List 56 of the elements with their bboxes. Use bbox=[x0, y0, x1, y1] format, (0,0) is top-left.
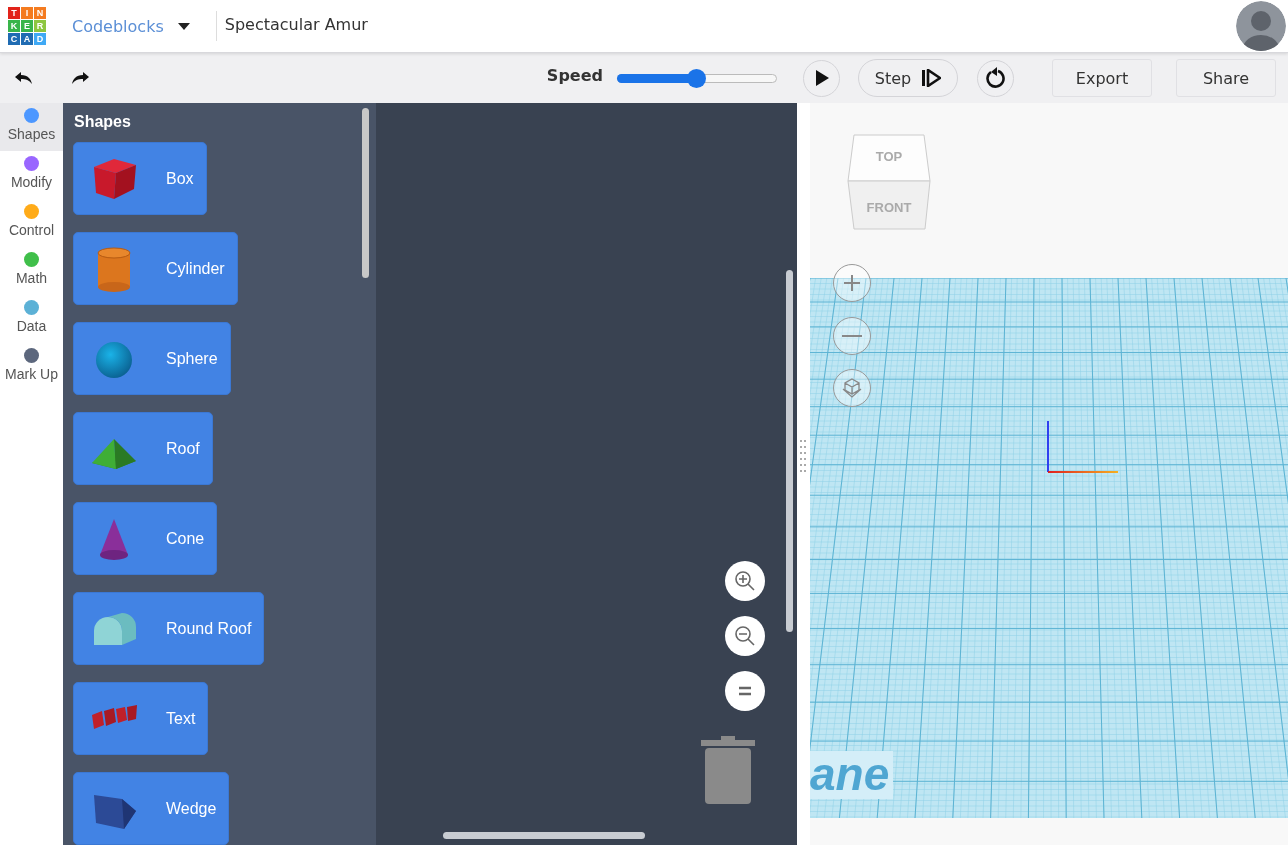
redo-icon bbox=[70, 71, 90, 85]
reset-button[interactable] bbox=[977, 59, 1014, 97]
category-item[interactable]: Math bbox=[0, 247, 63, 295]
trash-icon[interactable] bbox=[701, 736, 755, 804]
shape-block[interactable]: Cylinder bbox=[73, 232, 238, 305]
step-button[interactable]: Step bbox=[858, 59, 958, 97]
shape-block[interactable]: Text bbox=[73, 682, 209, 755]
shape-block[interactable]: Cone bbox=[73, 502, 218, 575]
minus-icon bbox=[842, 334, 862, 338]
share-button[interactable]: Share bbox=[1176, 59, 1276, 97]
play-button[interactable] bbox=[803, 59, 840, 97]
logo-letter: N bbox=[34, 7, 46, 19]
caret-icon bbox=[177, 22, 190, 30]
shape-block[interactable]: Round Roof bbox=[73, 592, 265, 665]
category-item[interactable]: Mark Up bbox=[0, 343, 63, 391]
category-item[interactable]: Data bbox=[0, 295, 63, 343]
plus-icon bbox=[842, 273, 862, 293]
zoom-out-icon bbox=[734, 625, 756, 647]
scrollbar[interactable] bbox=[362, 108, 369, 278]
reset-zoom-button[interactable] bbox=[725, 671, 765, 711]
logo-letter: D bbox=[34, 33, 46, 45]
reset-icon bbox=[985, 67, 1006, 89]
zoom-in-icon bbox=[734, 570, 756, 592]
home-view-icon bbox=[841, 377, 863, 399]
logo-letter: T bbox=[8, 7, 20, 19]
shape-block[interactable]: Wedge bbox=[73, 772, 230, 845]
logo-letter: K bbox=[8, 20, 20, 32]
shape-block[interactable]: Box bbox=[73, 142, 207, 215]
equals-icon bbox=[738, 686, 752, 696]
step-icon bbox=[921, 69, 942, 87]
logo-letter: C bbox=[8, 33, 20, 45]
shape-block[interactable]: Roof bbox=[73, 412, 213, 485]
speed-label: Speed bbox=[546, 65, 603, 85]
zoom-out-button[interactable] bbox=[725, 616, 765, 656]
undo-icon bbox=[14, 71, 34, 85]
scrollbar[interactable] bbox=[443, 832, 645, 839]
app-menu[interactable]: Codeblocks bbox=[72, 16, 190, 36]
workplane-label: ane bbox=[810, 751, 894, 799]
design-title[interactable]: Spectacular Amur bbox=[224, 14, 368, 34]
speed-slider[interactable] bbox=[617, 68, 777, 88]
shape-block[interactable]: Sphere bbox=[73, 322, 231, 395]
home-view-button[interactable] bbox=[833, 369, 871, 407]
logo-letter: R bbox=[34, 20, 46, 32]
logo-letter: I bbox=[21, 7, 33, 19]
export-button[interactable]: Export bbox=[1052, 59, 1152, 97]
category-item[interactable]: Shapes bbox=[0, 103, 63, 151]
logo[interactable]: T I N K E R C A D bbox=[8, 7, 46, 45]
category-item[interactable]: Modify bbox=[0, 151, 63, 199]
flyout-title: Shapes bbox=[74, 113, 132, 131]
scrollbar[interactable] bbox=[786, 270, 793, 632]
play-icon bbox=[814, 70, 829, 86]
logo-letter: A bbox=[21, 33, 33, 45]
zoom-in-button[interactable] bbox=[725, 561, 765, 601]
slider-thumb[interactable] bbox=[687, 68, 706, 88]
logo-letter: E bbox=[21, 20, 33, 32]
category-item[interactable]: Control bbox=[0, 199, 63, 247]
